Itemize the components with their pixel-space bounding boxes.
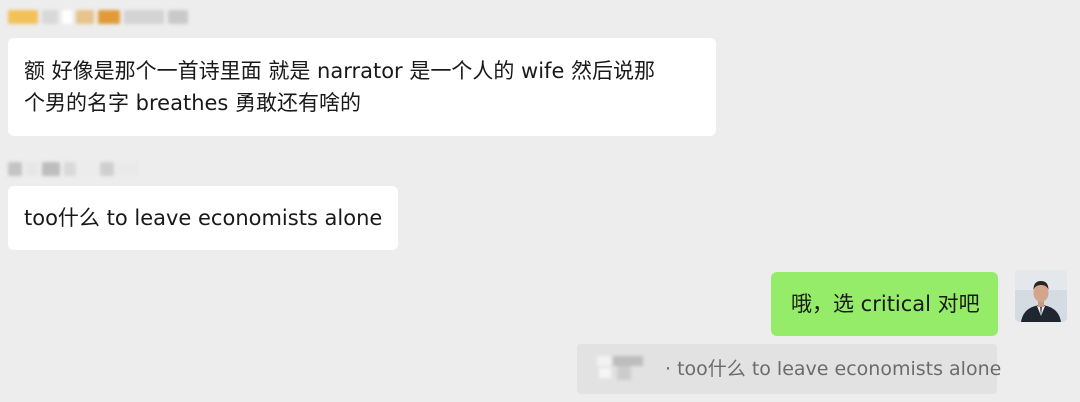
message-text-line: 个男的名字 breathes 勇敢还有啥的 (24, 91, 362, 115)
quoted-reply-text: · too什么 to leave economists alone (665, 358, 1002, 380)
user-avatar-icon (1015, 270, 1067, 322)
quoted-reply[interactable]: · too什么 to leave economists alone (577, 344, 1001, 394)
avatar[interactable] (1015, 270, 1067, 322)
message-bubble-outgoing[interactable]: 哦，选 critical 对吧 (771, 272, 998, 336)
sender-name-blurred (8, 162, 138, 176)
message-text-line: 额 好像是那个一首诗里面 就是 narrator 是一个人的 wife 然后说那 (24, 59, 656, 83)
quoted-sender-blurred (597, 356, 643, 380)
message-bubble-incoming[interactable]: 额 好像是那个一首诗里面 就是 narrator 是一个人的 wife 然后说那… (8, 38, 716, 136)
message-text-line: 哦，选 critical 对吧 (791, 292, 980, 316)
sender-name-blurred (8, 10, 188, 24)
message-text-line: too什么 to leave economists alone (24, 206, 383, 230)
message-bubble-incoming[interactable]: too什么 to leave economists alone (8, 186, 398, 250)
